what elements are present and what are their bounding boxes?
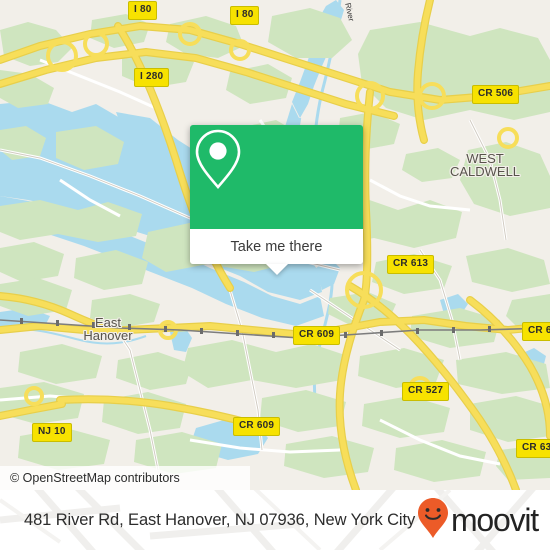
popup-pointer-tail xyxy=(265,264,288,275)
shield-cr-6-clipped-right: CR 6 xyxy=(522,322,550,341)
osm-attribution-text: © OpenStreetMap contributors xyxy=(10,471,180,485)
shield-i-80-right: I 80 xyxy=(230,6,260,25)
address-text: 481 River Rd, East Hanover, NJ 07936, Ne… xyxy=(24,510,416,529)
place-east-hanover: East Hanover xyxy=(83,315,133,343)
shield-i-80-left: I 80 xyxy=(128,1,158,20)
map-canvas[interactable]: I 80 I 80 I 280 CR 506 CR 613 CR 609 CR … xyxy=(0,0,550,490)
moovit-logo[interactable]: moovit xyxy=(417,497,539,544)
moovit-pin-icon xyxy=(417,497,449,544)
destination-popup[interactable]: Take me there xyxy=(190,125,363,275)
moovit-wordmark: moovit xyxy=(450,502,539,538)
shield-i-280: I 280 xyxy=(134,68,170,87)
osm-attribution[interactable]: © OpenStreetMap contributors xyxy=(0,466,250,490)
take-me-there-button[interactable]: Take me there xyxy=(190,229,363,275)
shield-cr-609-center: CR 609 xyxy=(293,326,341,345)
moovit-map-screenshot: I 80 I 80 I 280 CR 506 CR 613 CR 609 CR … xyxy=(0,0,550,550)
shield-nj-10: NJ 10 xyxy=(32,423,72,442)
popup-icon-area xyxy=(190,125,363,229)
shield-cr-613: CR 613 xyxy=(387,255,435,274)
shield-cr-63-clipped: CR 63 xyxy=(516,439,550,458)
place-west-caldwell: WEST CALDWELL xyxy=(449,151,521,179)
shield-cr-609-bottom: CR 609 xyxy=(233,417,281,436)
take-me-there-label: Take me there xyxy=(230,238,323,255)
shield-cr-506: CR 506 xyxy=(472,85,520,104)
shield-cr-527: CR 527 xyxy=(402,382,450,401)
footer-bar: 481 River Rd, East Hanover, NJ 07936, Ne… xyxy=(0,490,550,550)
